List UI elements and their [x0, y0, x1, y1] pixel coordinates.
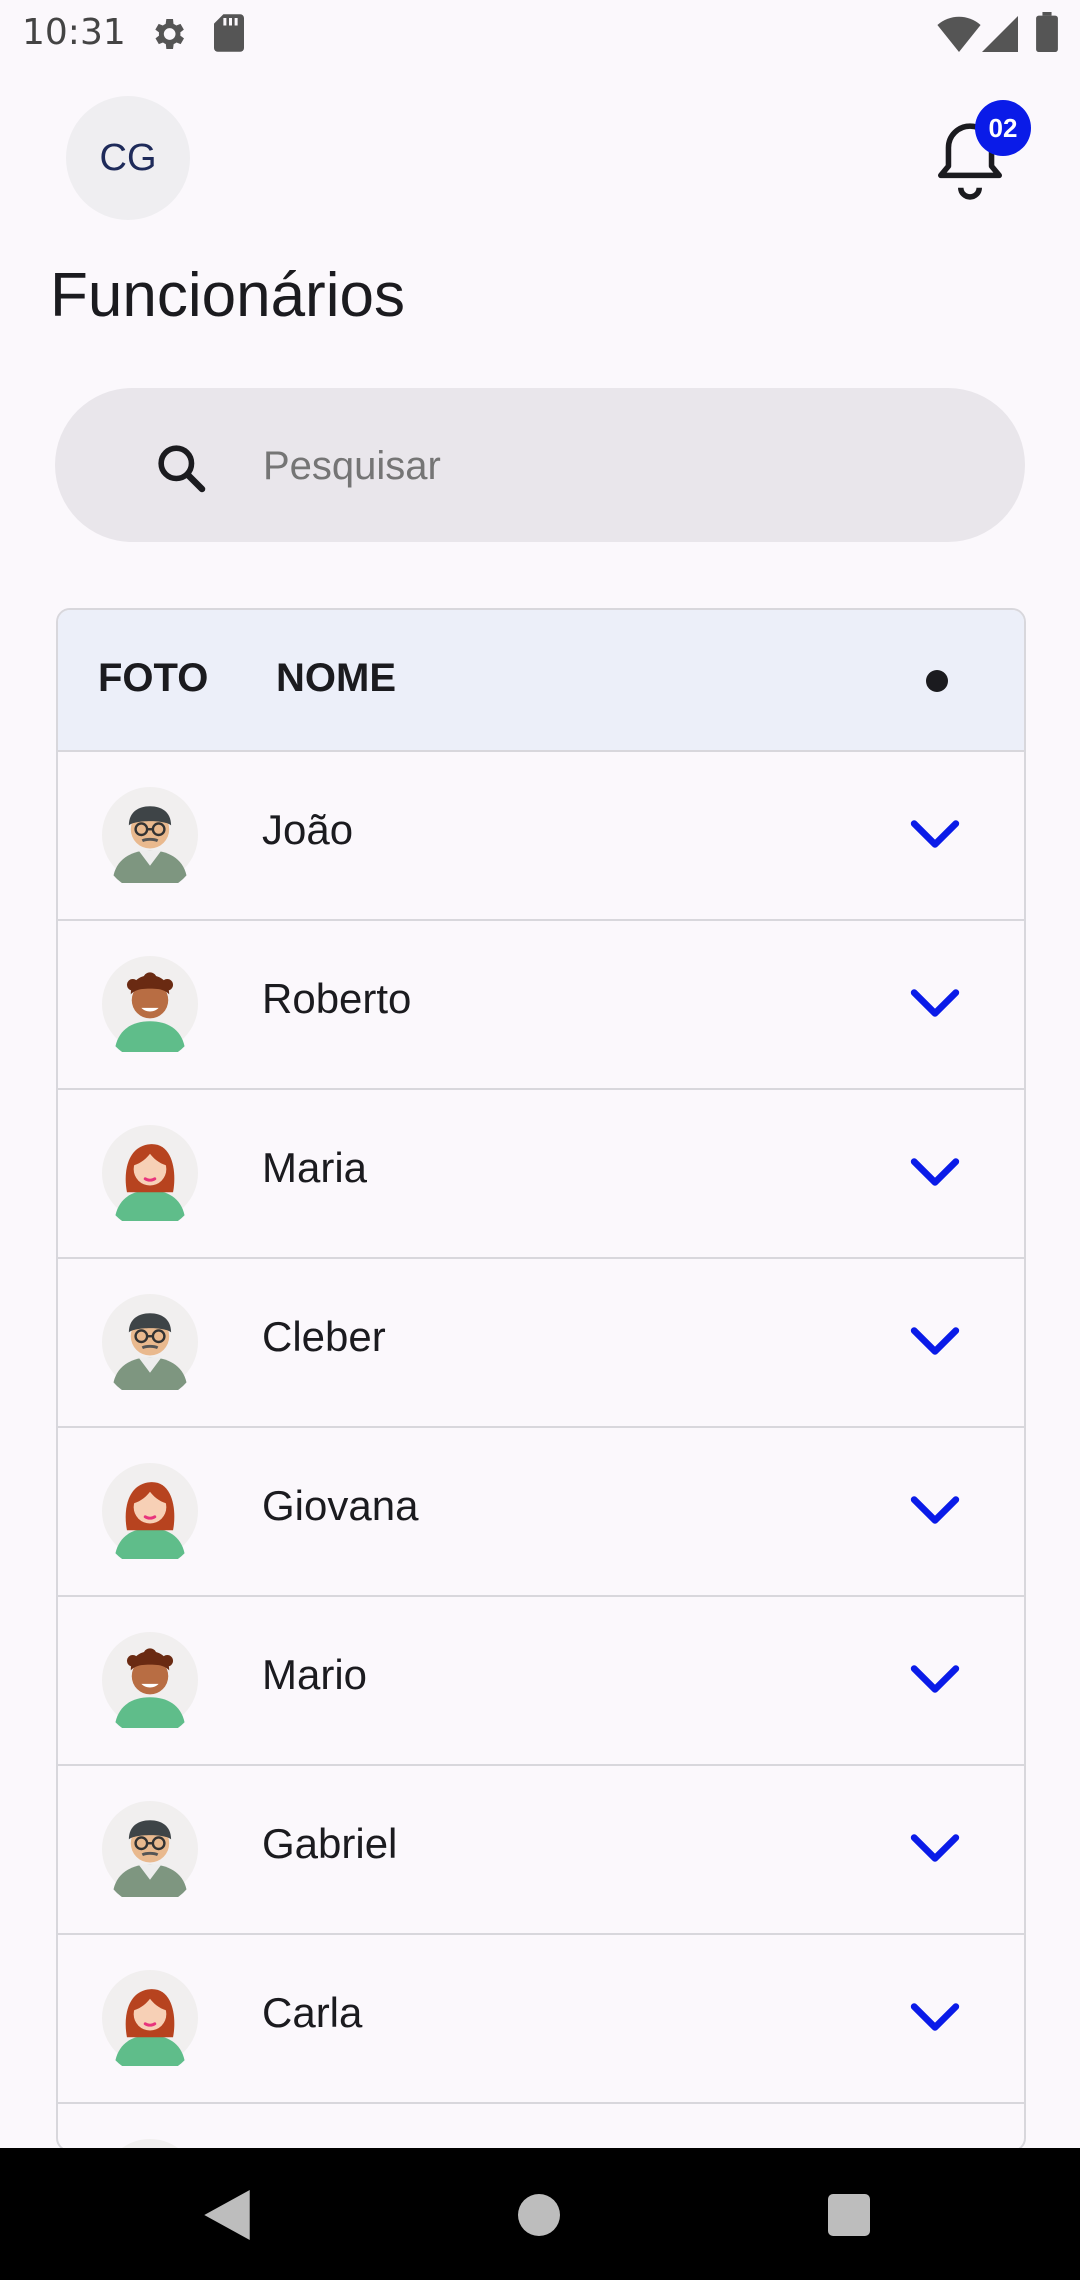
employee-avatar: [102, 1125, 198, 1221]
table-header: FOTO NOME: [58, 610, 1024, 750]
column-header-photo: FOTO: [98, 656, 209, 700]
table-row[interactable]: Giovana: [58, 1426, 1024, 1595]
chevron-down-icon[interactable]: [910, 1826, 960, 1870]
signal-icon: [982, 16, 1018, 52]
avatar-initials: CG: [99, 136, 157, 179]
search-input[interactable]: [207, 388, 1025, 544]
chevron-down-icon[interactable]: [910, 1995, 960, 2039]
employee-name: Carla: [262, 1989, 363, 2036]
table-row[interactable]: Maria: [58, 1088, 1024, 1257]
employee-name: Roberto: [262, 975, 412, 1022]
employee-avatar: [102, 1632, 198, 1728]
employee-avatar: [102, 787, 198, 883]
sd-card-icon: [214, 14, 244, 52]
table-row[interactable]: Gabriel: [58, 1764, 1024, 1933]
recents-icon[interactable]: [828, 2194, 870, 2236]
search-icon: [158, 445, 206, 493]
home-icon[interactable]: [518, 2194, 560, 2236]
employee-name: Cleber: [262, 1313, 386, 1360]
table-row[interactable]: Mario: [58, 1595, 1024, 1764]
table-row[interactable]: [58, 2102, 1024, 2152]
employee-avatar: [102, 1970, 198, 2066]
page-title: Funcionários: [50, 261, 405, 330]
column-header-dot: [926, 670, 948, 692]
back-icon[interactable]: [204, 2190, 250, 2240]
table-row[interactable]: João: [58, 750, 1024, 919]
notification-count: 02: [988, 112, 1018, 143]
table-row[interactable]: Carla: [58, 1933, 1024, 2102]
employee-name: Maria: [262, 1144, 368, 1191]
employee-name: Mario: [262, 1651, 368, 1698]
chevron-down-icon[interactable]: [910, 1657, 960, 1701]
battery-icon: [1036, 12, 1058, 52]
status-time: 10:31: [22, 12, 126, 53]
table-row[interactable]: Cleber: [58, 1257, 1024, 1426]
chevron-down-icon[interactable]: [910, 1150, 960, 1194]
gear-icon: [155, 19, 184, 49]
table-row[interactable]: Roberto: [58, 919, 1024, 1088]
employee-avatar: [102, 1463, 198, 1559]
employee-avatar: [102, 956, 198, 1052]
notification-badge[interactable]: 02: [975, 100, 1031, 156]
chevron-down-icon[interactable]: [910, 1319, 960, 1363]
chevron-down-icon[interactable]: [910, 981, 960, 1025]
column-header-name: NOME: [276, 656, 396, 700]
user-avatar[interactable]: CG: [66, 96, 190, 220]
wifi-icon: [937, 16, 981, 52]
chevron-down-icon[interactable]: [910, 812, 960, 856]
employees-table: FOTO NOME João Roberto Maria Cleber Giov…: [56, 608, 1026, 2152]
status-bar: 10:31: [0, 0, 1080, 68]
system-nav-bar: [0, 2148, 1080, 2280]
employee-name: Giovana: [262, 1482, 419, 1529]
employee-name: Gabriel: [262, 1820, 398, 1867]
search-bar[interactable]: [55, 388, 1025, 544]
employee-avatar: [102, 1801, 198, 1897]
employee-name: João: [262, 806, 354, 853]
chevron-down-icon[interactable]: [910, 1488, 960, 1532]
employee-avatar: [102, 1294, 198, 1390]
